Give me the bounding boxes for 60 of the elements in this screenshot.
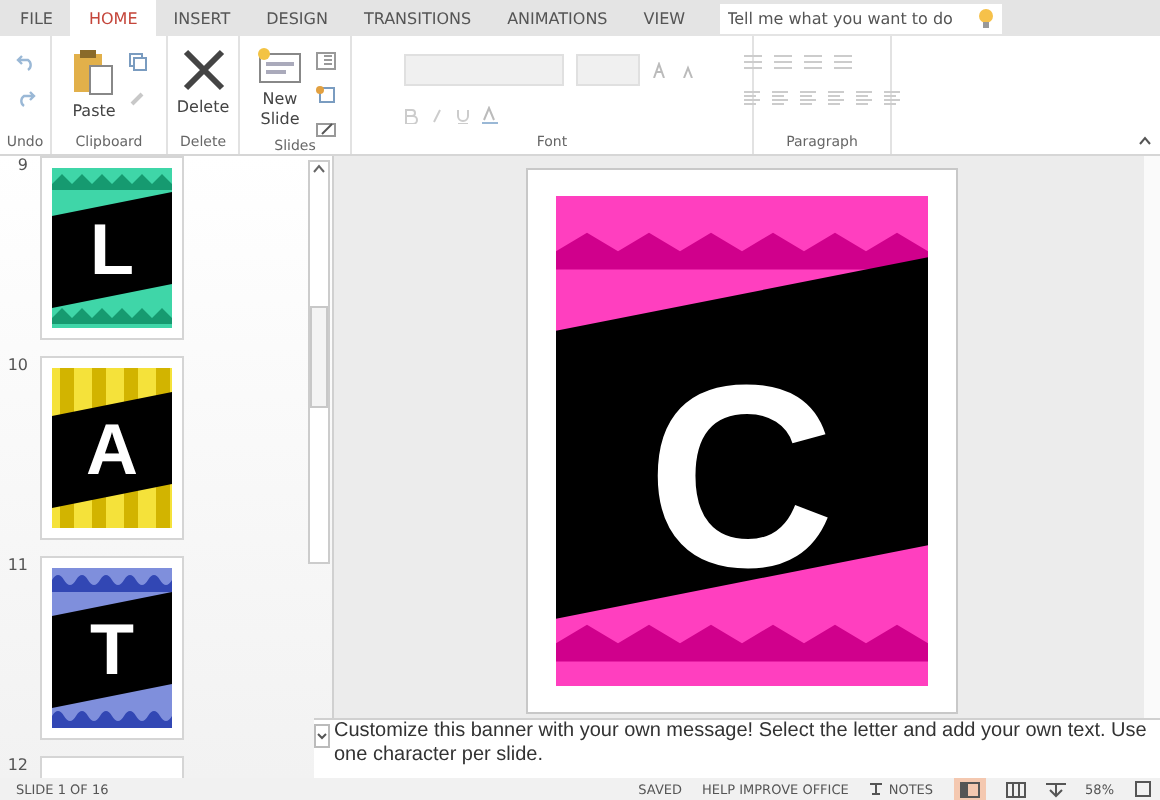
redo-icon[interactable] <box>15 88 35 108</box>
align-icon[interactable] <box>772 90 788 106</box>
format-painter-icon[interactable] <box>128 88 148 108</box>
reading-view-icon[interactable] <box>1045 781 1066 797</box>
italic-icon[interactable] <box>430 107 444 123</box>
notes-icon <box>868 782 885 796</box>
underline-icon[interactable] <box>456 107 470 123</box>
slide-thumbnail[interactable]: A <box>40 356 184 540</box>
list-icon[interactable] <box>834 54 852 70</box>
slide-number: 12 <box>5 756 28 778</box>
ribbon-tab[interactable]: DESIGN <box>248 0 346 36</box>
slide-letter: T <box>88 610 136 690</box>
reset-icon[interactable] <box>316 86 336 104</box>
list-icon[interactable] <box>804 54 822 70</box>
slide-canvas[interactable]: C <box>525 168 957 714</box>
fit-to-window-icon[interactable] <box>1134 780 1152 798</box>
scrollbar[interactable] <box>308 160 330 564</box>
collapse-ribbon-icon[interactable] <box>1138 136 1152 146</box>
layout-icon[interactable] <box>316 52 336 70</box>
ribbon-tab[interactable]: VIEW <box>625 0 704 36</box>
slide-letter: L <box>88 210 136 290</box>
scrollbar-thumb[interactable] <box>310 306 328 408</box>
scroll-down-icon[interactable] <box>314 724 330 748</box>
undo-icon[interactable] <box>15 52 35 72</box>
slide-thumbnail[interactable]: T <box>40 556 184 740</box>
normal-view-icon[interactable] <box>953 777 986 800</box>
align-icon[interactable] <box>800 90 816 106</box>
align-icon[interactable] <box>828 90 844 106</box>
list-icon[interactable] <box>774 54 792 70</box>
new-slide-button[interactable]: New Slide <box>254 42 306 136</box>
delete-button[interactable]: Delete <box>174 42 232 122</box>
search-field[interactable]: Tell me what you want to do <box>719 4 1002 34</box>
slide-number: 10 <box>5 356 28 378</box>
grow-font-icon[interactable] <box>652 62 670 78</box>
list-icon[interactable] <box>744 54 762 70</box>
lightbulb-icon <box>977 8 994 30</box>
paste-button[interactable]: Paste <box>70 42 118 126</box>
x-icon <box>181 48 225 92</box>
align-icon[interactable] <box>856 90 872 106</box>
bold-icon[interactable] <box>404 107 418 123</box>
slide-icon <box>258 48 302 84</box>
font-size-dropdown[interactable] <box>576 54 640 86</box>
slide-thumbnail[interactable]: L <box>40 156 184 340</box>
slide-sorter-icon[interactable] <box>1005 781 1026 797</box>
copy-icon[interactable] <box>128 52 148 72</box>
ribbon-tab[interactable]: HOME <box>70 0 156 36</box>
scroll-up-icon[interactable] <box>312 162 326 176</box>
ribbon-tab[interactable]: ANIMATIONS <box>489 0 626 36</box>
ribbon-tab[interactable]: TRANSITIONS <box>345 0 490 36</box>
clipboard-icon <box>72 48 116 96</box>
slide-letter: A <box>84 410 140 490</box>
font-name-dropdown[interactable] <box>404 54 564 86</box>
ribbon-tab[interactable]: INSERT <box>155 0 249 36</box>
ribbon-tab[interactable]: FILE <box>2 0 71 36</box>
section-icon[interactable] <box>316 120 336 138</box>
align-icon[interactable] <box>744 90 760 106</box>
align-icon[interactable] <box>884 90 900 106</box>
slide-letter: C <box>645 346 837 606</box>
slide-number: 9 <box>15 156 28 178</box>
slide-number: 11 <box>5 556 28 578</box>
